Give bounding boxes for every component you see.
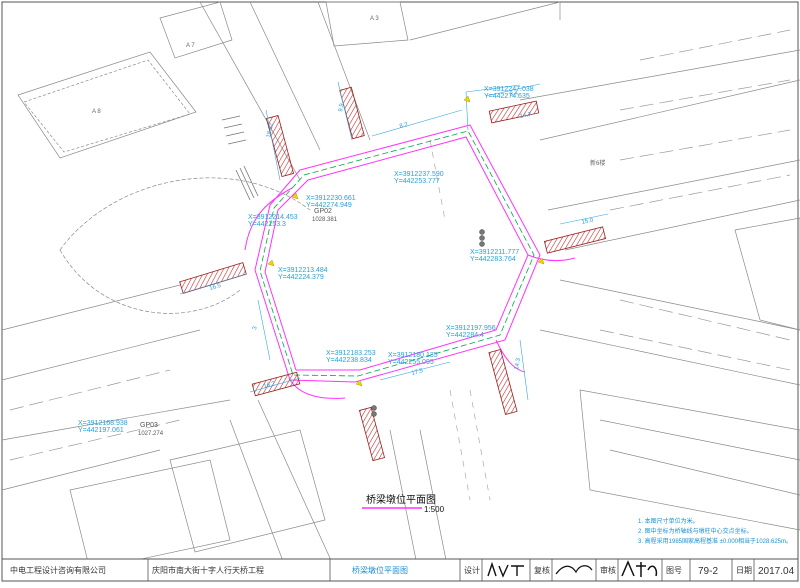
dimension-label: 3 xyxy=(252,325,259,330)
coordinate-y: Y=442274.635 xyxy=(484,93,530,100)
review-label: 复核 xyxy=(534,565,550,575)
dimension-label: 8.2 xyxy=(399,122,409,130)
coordinate-y: Y=442238.834 xyxy=(326,357,372,364)
building-lower-left xyxy=(69,459,231,571)
building-label: 新6楼 xyxy=(590,159,605,167)
coordinate-y: Y=442253.3 xyxy=(248,221,286,228)
coordinate-x: X=3912237.590 xyxy=(394,171,444,178)
project-name: 庆阳市南大街十字人行天桥工程 xyxy=(152,565,264,575)
building-lower-center xyxy=(169,429,326,553)
coordinate-labels: X=3912247.038Y=442274.635X=3912237.590Y=… xyxy=(78,86,534,434)
coordinate-y: Y=442283.764 xyxy=(470,256,516,263)
dimension-label: 17.5 xyxy=(411,368,424,377)
date-value: 2017.04 xyxy=(758,566,795,577)
dimension-label: 14.3 xyxy=(514,357,522,370)
design-label: 设计 xyxy=(464,565,480,575)
coordinate-y: Y=442284.4 xyxy=(446,332,484,339)
building-a3 xyxy=(325,1,409,47)
control-point-name: GP02 xyxy=(314,208,332,215)
coordinate-y: Y=442255.095 xyxy=(388,359,434,366)
coordinate-x: X=3912183.253 xyxy=(326,350,376,357)
coordinate-y: Y=442197.061 xyxy=(78,427,124,434)
survey-markers xyxy=(267,95,545,387)
signal-markers xyxy=(371,229,485,417)
note-1: 1. 本图尺寸单位为米。 xyxy=(638,517,699,525)
control-point-elevation: 1027.274 xyxy=(138,431,164,437)
base-map xyxy=(1,1,800,581)
building-label: A 3 xyxy=(370,16,379,22)
coordinate-y: Y=442253.777 xyxy=(394,178,440,185)
control-point-elevation: 1028.381 xyxy=(312,217,338,223)
building-right xyxy=(734,217,800,331)
coordinate-y: Y=442224.379 xyxy=(278,274,324,281)
sheet-label: 图号 xyxy=(666,566,682,575)
building-label: A 8 xyxy=(92,109,101,115)
note-2: 2. 图中坐标为桥轴线与墩柱中心交点坐标。 xyxy=(638,527,753,535)
building-label: A 7 xyxy=(186,43,195,49)
dimension-label: 15.0 xyxy=(581,218,594,226)
dimension-label: 14.7 xyxy=(519,112,532,120)
pier-south-east xyxy=(488,349,518,415)
plan-drawing: A 8A 7A 3新6楼 X=3912247.038Y=442274.635X=… xyxy=(1,1,800,582)
drawing-scale: 1:500 xyxy=(424,505,445,514)
date-label: 日期 xyxy=(736,566,752,575)
note-3: 3. 高程采用1985国家高程基准 ±0.000相当于1028.625m。 xyxy=(638,537,792,545)
building-a7 xyxy=(159,1,233,59)
building-lower-right xyxy=(579,389,800,531)
company-name: 中电工程设计咨询有限公司 xyxy=(10,565,106,575)
coordinate-x: X=3912214.453 xyxy=(248,214,298,221)
pier-east xyxy=(543,226,607,254)
drawing-sheet: A 8A 7A 3 新6楼 X=3912247.038 Y=442274.635 X=… xyxy=(0,0,800,583)
pier-group xyxy=(179,86,607,462)
coordinate-x: X=3912180.135 xyxy=(388,352,438,359)
coordinate-x: X=3912197.956 xyxy=(446,325,496,332)
coordinate-x: X=3912211.777 xyxy=(470,249,519,256)
coordinate-x: X=3912230.661 xyxy=(306,195,356,202)
pier-north-east xyxy=(488,100,540,124)
coordinate-x: X=3912168.938 xyxy=(78,420,128,427)
audit-label: 审核 xyxy=(600,565,616,575)
pier-south-west xyxy=(251,371,301,397)
title-block: 中电工程设计咨询有限公司 庆阳市南大街十字人行天桥工程 桥梁墩位平面图 设计 复… xyxy=(1,558,799,582)
coordinate-x: X=3912213.484 xyxy=(278,267,328,274)
sheet-drawing-name: 桥梁墩位平面图 xyxy=(352,565,408,575)
building-a8 xyxy=(17,51,197,159)
control-point-name: GP03 xyxy=(140,422,158,429)
sheet-number: 79-2 xyxy=(698,566,718,577)
notes: 1. 本图尺寸单位为米。 2. 图中坐标为桥轴线与墩柱中心交点坐标。 3. 高程… xyxy=(638,517,792,545)
control-point-labels: GP02 1028.381 GP03 1027.274 xyxy=(138,208,338,437)
